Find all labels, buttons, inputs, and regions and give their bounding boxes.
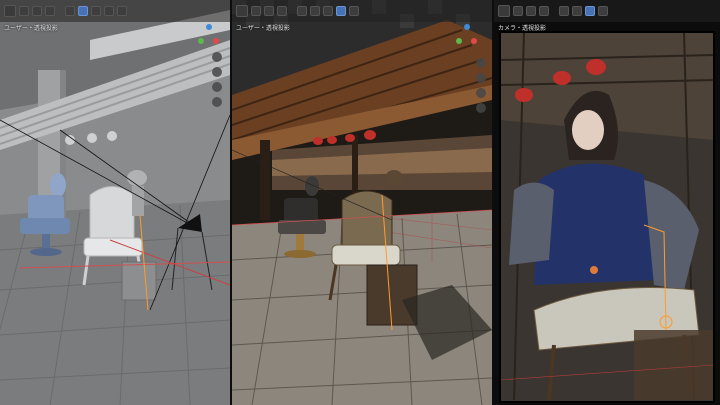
shading-solid-icon[interactable] — [78, 6, 88, 16]
pan-icon[interactable] — [212, 67, 222, 77]
viewport-right-camera[interactable]: カメラ・透視投影 — [494, 0, 720, 405]
shading-rendered-icon[interactable] — [104, 6, 114, 16]
view-menu-icon[interactable] — [32, 6, 42, 16]
viewport-left-scene — [0, 10, 230, 405]
object-menu-icon[interactable] — [45, 6, 55, 16]
object-menu-icon[interactable] — [539, 6, 549, 16]
overlay-icon[interactable] — [297, 6, 307, 16]
viewport-left-label: ユーザー・透視投影 — [4, 25, 58, 32]
search-icon[interactable] — [349, 6, 359, 16]
search-icon[interactable] — [117, 6, 127, 16]
viewport-middle-header — [232, 0, 492, 22]
viewport-middle-rendered[interactable]: ユーザー・透視投影 — [232, 0, 492, 405]
axis-gizmo-middle[interactable] — [456, 24, 478, 46]
viewport-middle-nav — [476, 58, 486, 113]
axis-gizmo-left[interactable] — [198, 24, 220, 46]
shading-solid-icon[interactable] — [572, 6, 582, 16]
shading-solid-icon[interactable] — [310, 6, 320, 16]
y-axis-icon[interactable] — [198, 38, 204, 44]
viewport-middle-scene — [232, 0, 492, 405]
zoom-icon[interactable] — [476, 58, 486, 68]
viewport-middle-label: ユーザー・透視投影 — [236, 25, 290, 32]
viewport-right-scene — [494, 0, 720, 405]
select-tool-icon[interactable] — [236, 5, 248, 17]
zoom-icon[interactable] — [212, 52, 222, 62]
object-menu-icon[interactable] — [277, 6, 287, 16]
pan-icon[interactable] — [476, 73, 486, 83]
select-tool-icon[interactable] — [4, 5, 16, 17]
overlay-icon[interactable] — [65, 6, 75, 16]
shading-material-icon[interactable] — [91, 6, 101, 16]
cursor-icon[interactable] — [513, 6, 523, 16]
y-axis-icon[interactable] — [456, 38, 462, 44]
cursor-icon[interactable] — [251, 6, 261, 16]
shading-material-icon[interactable] — [323, 6, 333, 16]
shading-rendered-icon[interactable] — [336, 6, 346, 16]
select-tool-icon[interactable] — [498, 5, 510, 17]
viewport-right-header — [494, 0, 720, 22]
grid-view-icon[interactable] — [476, 103, 486, 113]
cursor-icon[interactable] — [19, 6, 29, 16]
camera-view-icon[interactable] — [212, 82, 222, 92]
shading-rendered-icon[interactable] — [585, 6, 595, 16]
viewport-left-solid[interactable]: ユーザー・透視投影 — [0, 0, 230, 405]
z-axis-icon[interactable] — [206, 24, 212, 30]
view-menu-icon[interactable] — [526, 6, 536, 16]
search-icon[interactable] — [598, 6, 608, 16]
viewport-left-nav — [212, 52, 222, 107]
z-axis-icon[interactable] — [464, 24, 470, 30]
view-menu-icon[interactable] — [264, 6, 274, 16]
x-axis-icon[interactable] — [471, 38, 477, 44]
viewport-right-label: カメラ・透視投影 — [498, 25, 547, 32]
x-axis-icon[interactable] — [213, 38, 219, 44]
overlay-icon[interactable] — [559, 6, 569, 16]
viewport-left-header — [0, 0, 230, 22]
grid-view-icon[interactable] — [212, 97, 222, 107]
blender-app: ユーザー・透視投影 ユーザー・透視投影 カメラ・透視投影 — [0, 0, 720, 405]
camera-view-icon[interactable] — [476, 88, 486, 98]
